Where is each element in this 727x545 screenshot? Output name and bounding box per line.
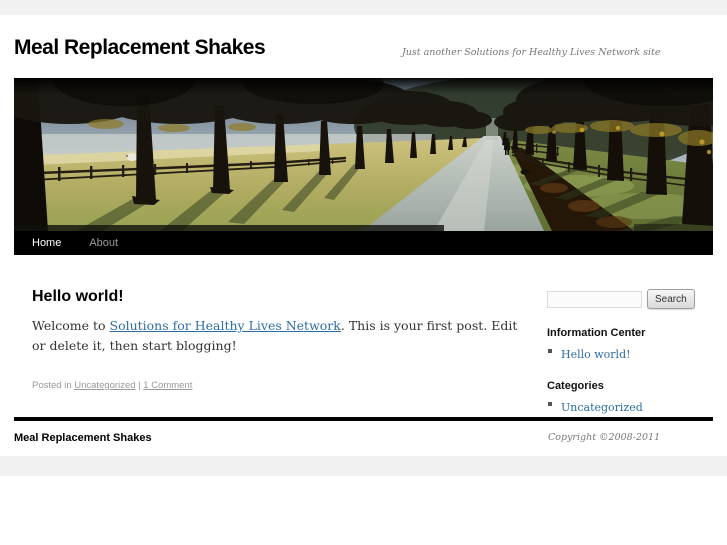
- main-content: Hello world! Welcome to Solutions for He…: [32, 282, 534, 391]
- search-widget: Search: [547, 289, 713, 310]
- nav-item-home[interactable]: Home: [14, 231, 75, 255]
- post-meta-prefix: Posted in: [32, 379, 75, 391]
- recent-post-link[interactable]: Hello world!: [561, 348, 631, 361]
- page-top-strip: [0, 0, 727, 15]
- main-nav: Home About: [14, 231, 713, 255]
- post-meta-comments-link[interactable]: 1 Comment: [143, 380, 192, 391]
- widget-title-information-center: Information Center: [547, 327, 646, 339]
- list-item: Uncategorized: [547, 398, 713, 416]
- footer-site-link[interactable]: Meal Replacement Shakes: [14, 432, 152, 444]
- post-meta-category-link[interactable]: Uncategorized: [74, 380, 135, 391]
- nav-item-about[interactable]: About: [75, 231, 132, 255]
- sidebar: Search Information Center Hello world! C…: [547, 289, 713, 420]
- site-title-link[interactable]: Meal Replacement Shakes: [14, 36, 266, 59]
- header-image-avenue-of-trees: [14, 78, 713, 231]
- post-body: Welcome to Solutions for Healthy Lives N…: [32, 316, 534, 355]
- header-photo-illustration: [14, 78, 713, 231]
- categories-list: Uncategorized: [547, 398, 713, 416]
- post-meta: Posted in Uncategorized | 1 Comment: [32, 380, 534, 391]
- category-link[interactable]: Uncategorized: [561, 401, 643, 414]
- footer-divider: [14, 417, 713, 421]
- widget-title-categories: Categories: [547, 380, 604, 392]
- post-body-prefix: Welcome to: [32, 318, 110, 334]
- post-body-link[interactable]: Solutions for Healthy Lives Network: [110, 318, 341, 333]
- footer-copyright: Copyright ©2008-2011: [548, 432, 661, 443]
- search-button[interactable]: Search: [647, 289, 695, 309]
- page-bottom-strip: [0, 456, 727, 476]
- information-center-list: Hello world!: [547, 345, 713, 363]
- search-input[interactable]: [547, 291, 642, 308]
- site-tagline: Just another Solutions for Healthy Lives…: [402, 47, 661, 58]
- list-item: Hello world!: [547, 345, 713, 363]
- post-title: Hello world!: [32, 288, 124, 305]
